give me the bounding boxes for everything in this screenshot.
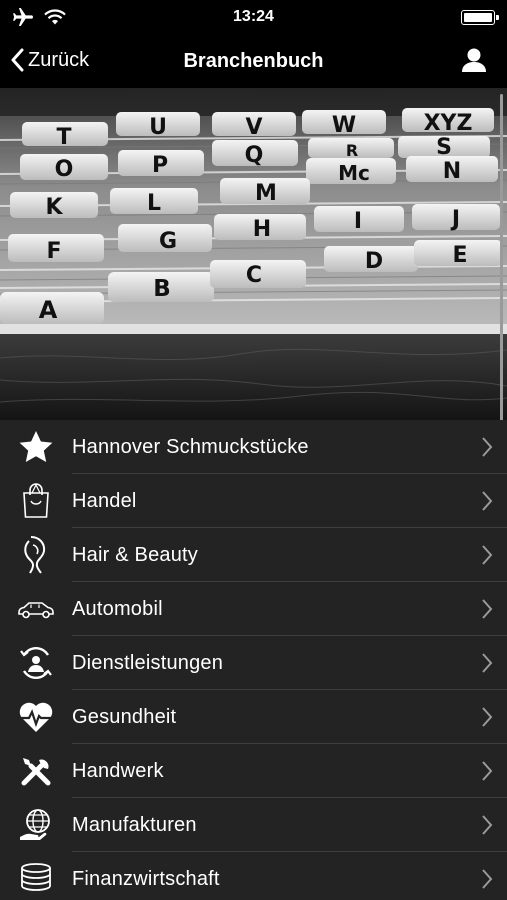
- index-tab: T: [22, 122, 108, 150]
- chevron-right-icon: [482, 761, 493, 781]
- chevron-right-icon: [482, 599, 493, 619]
- tools-icon: [21, 758, 51, 786]
- index-tab: E: [414, 240, 502, 268]
- status-bar: 13:24: [0, 0, 507, 36]
- list-item-label: Hair & Beauty: [72, 543, 198, 566]
- chevron-left-icon: [11, 48, 24, 72]
- svg-text:R: R: [346, 141, 358, 160]
- hair-icon: [24, 536, 46, 574]
- user-button[interactable]: [461, 47, 487, 78]
- chevron-right-icon: [482, 545, 493, 565]
- list-item-label: Manufakturen: [72, 813, 197, 836]
- list-item-label: Handel: [72, 489, 137, 512]
- hero-image: T U V W XYZ O P Q R S Mc N K L M H I J F…: [0, 88, 507, 420]
- index-tab: U: [116, 112, 200, 140]
- svg-text:K: K: [45, 195, 63, 220]
- svg-text:M: M: [255, 181, 277, 206]
- svg-text:J: J: [450, 207, 460, 232]
- index-tab: L: [110, 188, 198, 216]
- list-item-handwerk[interactable]: Handwerk: [0, 744, 507, 798]
- svg-text:O: O: [55, 157, 74, 182]
- index-tab: XYZ: [402, 108, 494, 136]
- index-tab: V: [212, 112, 296, 140]
- chevron-right-icon: [482, 491, 493, 511]
- index-tab: W: [302, 110, 386, 138]
- list-item-dienstleistungen[interactable]: Dienstleistungen: [0, 636, 507, 690]
- list-item-label: Finanzwirtschaft: [72, 867, 220, 890]
- svg-text:U: U: [149, 115, 167, 140]
- user-icon: [462, 48, 486, 72]
- index-tab: R: [308, 138, 394, 160]
- card-index-photo: T U V W XYZ O P Q R S Mc N K L M H I J F…: [0, 88, 507, 420]
- svg-text:B: B: [153, 276, 171, 302]
- chevron-right-icon: [482, 653, 493, 673]
- index-tab: F: [8, 234, 104, 264]
- index-tab: N: [406, 156, 498, 184]
- chevron-right-icon: [482, 437, 493, 457]
- list-item-hair-beauty[interactable]: Hair & Beauty: [0, 528, 507, 582]
- svg-text:W: W: [332, 113, 356, 138]
- list-item-label: Dienstleistungen: [72, 651, 224, 674]
- list-item-label: Hannover Schmuckstücke: [72, 435, 309, 458]
- index-tab: G: [118, 224, 212, 254]
- svg-text:P: P: [152, 153, 168, 178]
- star-icon: [19, 431, 53, 462]
- svg-text:Mc: Mc: [338, 161, 370, 185]
- chevron-right-icon: [482, 869, 493, 889]
- svg-text:Q: Q: [245, 143, 264, 168]
- svg-text:A: A: [39, 296, 58, 324]
- index-tab: Q: [212, 140, 298, 168]
- chevron-right-icon: [482, 707, 493, 727]
- index-tab: H: [214, 214, 306, 242]
- battery-icon: [461, 10, 499, 25]
- chevron-right-icon: [482, 815, 493, 835]
- index-tab: C: [210, 260, 306, 288]
- navigation-bar: Zurück Branchenbuch: [0, 36, 507, 88]
- service-cycle-icon: [20, 647, 52, 679]
- index-tab: J: [412, 204, 500, 232]
- svg-text:L: L: [147, 191, 161, 216]
- svg-text:G: G: [159, 229, 177, 254]
- svg-text:N: N: [443, 159, 461, 184]
- svg-text:T: T: [56, 125, 71, 150]
- svg-text:H: H: [253, 217, 271, 242]
- svg-text:V: V: [245, 115, 262, 140]
- index-tab: I: [314, 206, 404, 234]
- list-item-handel[interactable]: Handel: [0, 474, 507, 528]
- status-time: 13:24: [233, 8, 274, 25]
- shopping-bag-icon: [23, 483, 49, 518]
- index-tab: M: [220, 178, 310, 206]
- svg-text:I: I: [354, 209, 362, 234]
- index-tab: O: [20, 154, 108, 182]
- list-item-automobil[interactable]: Automobil: [0, 582, 507, 636]
- index-tab: Mc: [306, 158, 396, 185]
- svg-text:C: C: [246, 263, 262, 288]
- list-item-label: Handwerk: [72, 759, 164, 782]
- svg-text:F: F: [46, 239, 61, 264]
- list-item-gesundheit[interactable]: Gesundheit: [0, 690, 507, 744]
- list-item-manufakturen[interactable]: Manufakturen: [0, 798, 507, 852]
- list-item-label: Automobil: [72, 597, 163, 620]
- back-button[interactable]: Zurück: [10, 48, 89, 72]
- list-item-finanzwirtschaft[interactable]: Finanzwirtschaft: [0, 852, 507, 900]
- back-label: Zurück: [28, 48, 90, 71]
- heart-pulse-icon: [19, 702, 53, 732]
- globe-hand-icon: [20, 809, 50, 840]
- index-tab: P: [118, 150, 204, 178]
- index-tab: K: [10, 192, 98, 220]
- car-icon: [18, 602, 54, 619]
- list-item-hannover-schmuckstuecke[interactable]: Hannover Schmuckstücke: [0, 420, 507, 474]
- svg-text:E: E: [452, 243, 467, 268]
- svg-text:XYZ: XYZ: [424, 111, 473, 136]
- coins-icon: [21, 863, 51, 891]
- svg-text:D: D: [365, 249, 383, 274]
- index-tab: D: [324, 246, 418, 274]
- index-tab: B: [108, 272, 214, 302]
- list-item-label: Gesundheit: [72, 705, 177, 728]
- category-list: Hannover Schmuckstücke Handel Hair & Bea…: [0, 420, 507, 900]
- index-tab: A: [0, 292, 104, 324]
